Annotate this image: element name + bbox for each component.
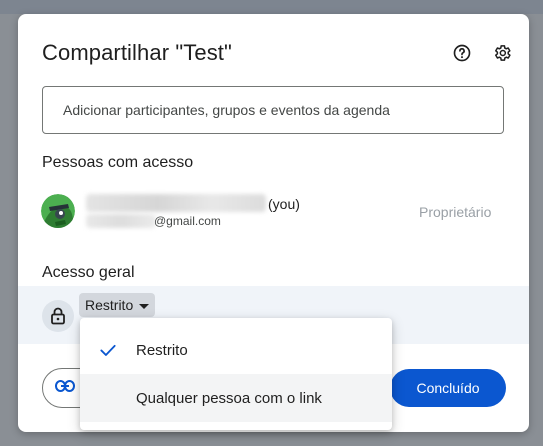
avatar bbox=[41, 194, 75, 228]
email-redacted bbox=[86, 214, 156, 228]
menu-item-anyone-with-link[interactable]: Qualquer pessoa com o link bbox=[80, 374, 392, 422]
done-button[interactable]: Concluído bbox=[390, 369, 506, 407]
menu-item-label: Qualquer pessoa com o link bbox=[136, 389, 322, 407]
help-icon[interactable] bbox=[451, 42, 473, 64]
dialog-title: Compartilhar "Test" bbox=[42, 40, 232, 65]
caret-down-icon bbox=[139, 297, 150, 313]
menu-item-label: Restrito bbox=[136, 341, 188, 359]
owner-role-label: Proprietário bbox=[419, 204, 492, 220]
gear-icon[interactable] bbox=[491, 42, 513, 64]
general-access-dropdown[interactable]: Restrito bbox=[79, 293, 156, 317]
user-name-redacted bbox=[86, 194, 266, 212]
general-access-selected: Restrito bbox=[85, 297, 134, 313]
backdrop-top-bar bbox=[0, 0, 543, 14]
you-label: (you) bbox=[268, 196, 300, 212]
user-email: @gmail.com bbox=[154, 214, 221, 228]
people-with-access-heading: Pessoas com acesso bbox=[42, 154, 194, 171]
link-icon bbox=[55, 379, 75, 397]
general-access-heading: Acesso geral bbox=[42, 264, 135, 281]
menu-item-restricted[interactable]: Restrito bbox=[80, 326, 392, 374]
general-access-menu: Restrito Qualquer pessoa com o link bbox=[80, 318, 392, 430]
add-people-input[interactable] bbox=[42, 86, 504, 134]
lock-icon bbox=[42, 300, 74, 332]
check-icon bbox=[98, 340, 118, 365]
